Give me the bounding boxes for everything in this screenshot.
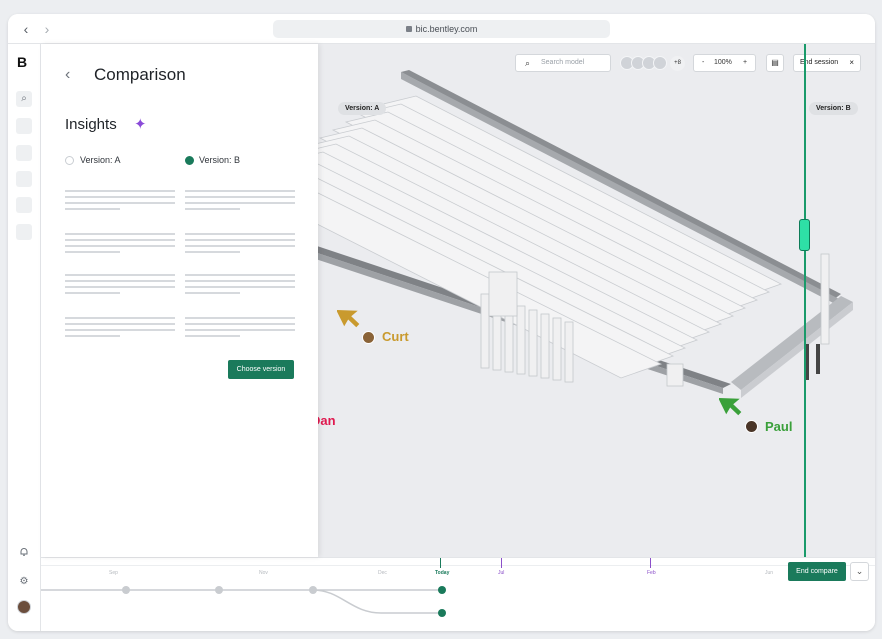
search-icon[interactable]: ⌕ — [16, 91, 32, 107]
lock-icon — [405, 26, 412, 32]
user-avatar[interactable] — [17, 600, 31, 614]
back-nav-icon[interactable]: ‹ — [18, 21, 34, 37]
rail-button-5[interactable] — [16, 224, 32, 240]
collaborator-avatar[interactable] — [653, 56, 667, 70]
sparkle-icon: ✦ — [134, 116, 147, 133]
panel-title: Comparison — [94, 65, 186, 84]
version-b-option[interactable]: Version: B — [199, 155, 240, 165]
rail-button-1[interactable] — [16, 118, 32, 134]
bentley-logo: B — [17, 54, 28, 70]
bell-icon[interactable] — [16, 547, 32, 563]
search-model-input[interactable]: ⌕ Search model — [515, 54, 611, 72]
choose-version-button[interactable]: Choose version — [228, 360, 294, 379]
close-icon[interactable]: × — [849, 55, 854, 71]
paul-avatar — [745, 420, 758, 433]
more-collaborators-badge[interactable]: +8 — [670, 56, 685, 71]
compare-split-line[interactable] — [804, 44, 806, 557]
cursor-label-paul: Paul — [765, 419, 793, 434]
zoom-control: - 100% + — [693, 54, 756, 72]
search-placeholder: Search model — [541, 59, 585, 66]
gear-icon[interactable]: ⚙ — [16, 574, 32, 590]
curt-avatar — [362, 331, 375, 344]
version-a-radio[interactable] — [65, 156, 74, 165]
collaborator-avatars[interactable]: +8 — [620, 56, 686, 71]
back-icon[interactable]: ‹ — [65, 66, 70, 84]
address-bar[interactable]: bic.bentley.com — [273, 20, 610, 38]
left-rail: B ⌕ ⚙ — [8, 44, 41, 631]
version-timeline[interactable]: Sep Nov Dec Today Jul Feb Jun End compar… — [41, 557, 875, 631]
version-b-radio[interactable] — [185, 156, 194, 165]
timeline-branches — [41, 586, 446, 617]
document-icon[interactable]: ▤ — [766, 54, 784, 72]
rail-button-4[interactable] — [16, 197, 32, 213]
version-a-option[interactable]: Version: A — [80, 155, 121, 165]
insights-heading: Insights — [65, 116, 117, 133]
cursor-arrow-icon — [719, 398, 742, 416]
zoom-out-button[interactable]: - — [702, 55, 704, 71]
zoom-level: 100% — [714, 59, 732, 66]
end-compare-button[interactable]: End compare — [788, 562, 846, 581]
rail-button-3[interactable] — [16, 171, 32, 187]
search-icon: ⌕ — [525, 58, 531, 68]
chevron-down-icon[interactable]: ⌄ — [850, 562, 869, 581]
version-b-label: Version: B — [809, 102, 858, 115]
zoom-in-button[interactable]: + — [743, 55, 747, 71]
comparison-panel: ‹ Comparison Insights ✦ Version: A Versi… — [41, 44, 318, 557]
cursor-label-curt: Curt — [382, 329, 409, 344]
forward-nav-icon[interactable]: › — [39, 21, 55, 37]
timeline-label: Jun — [765, 570, 774, 576]
version-a-label: Version: A — [338, 102, 387, 115]
url-text: bic.bentley.com — [415, 24, 478, 34]
browser-toolbar: ‹ › bic.bentley.com — [8, 14, 875, 44]
rail-button-2[interactable] — [16, 145, 32, 161]
compare-split-handle[interactable] — [799, 219, 810, 251]
cursor-arrow-icon — [337, 310, 360, 328]
browser-window: ‹ › bic.bentley.com B ⌕ ⚙ ⌕ Search model… — [8, 14, 875, 631]
